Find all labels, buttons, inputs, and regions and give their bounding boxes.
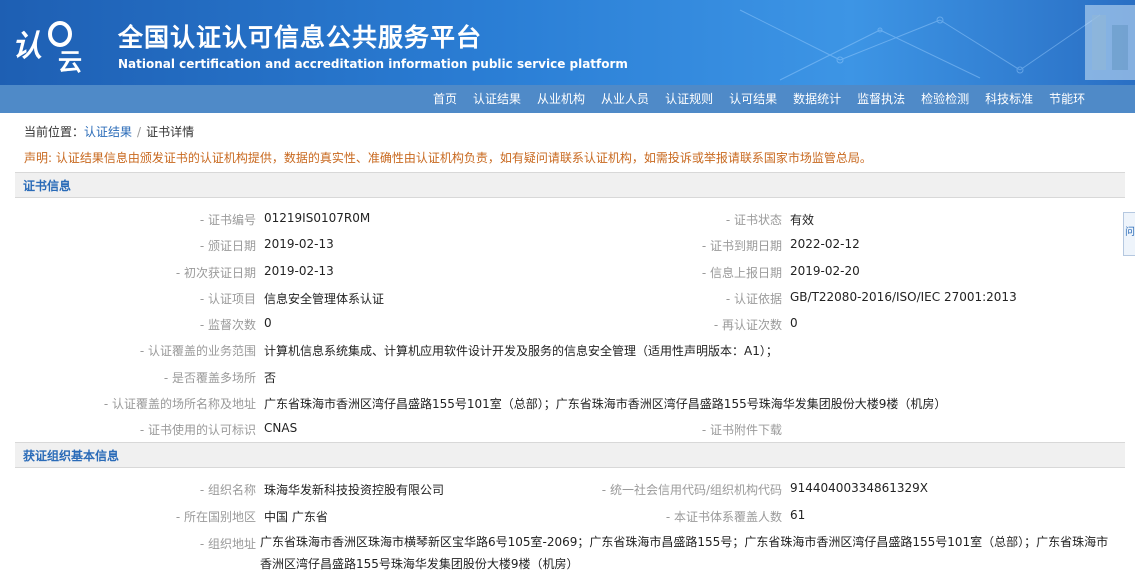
field-value: 中国 广东省 (264, 510, 328, 524)
floating-side-tab[interactable]: 问 (1123, 212, 1135, 256)
attachment-download-label[interactable]: - 证书附件下载 (500, 421, 782, 438)
nav-item-accreditation[interactable]: 认可结果 (721, 85, 785, 113)
breadcrumb-separator: / (137, 125, 142, 139)
info-row: - 监督次数 0 - 再认证次数 0 (0, 314, 1135, 334)
nav-item-energy[interactable]: 节能环 (1041, 85, 1093, 113)
field-value: 广东省珠海市香洲区湾仔昌盛路155号101室（总部）；广东省珠海市香洲区湾仔昌盛… (264, 397, 947, 411)
field-label: - 信息上报日期 (701, 266, 782, 280)
info-row: - 组织名称 珠海华发新科技投资控股有限公司 - 统一社会信用代码/组织机构代码… (0, 479, 1135, 499)
info-row: - 颁证日期 2019-02-13 - 证书到期日期 2022-02-12 (0, 235, 1135, 255)
field-label: - 证书状态 (725, 213, 782, 227)
field-value: 珠海华发新科技投资控股有限公司 (264, 483, 445, 497)
field-value: 否 (264, 371, 277, 385)
field-label: - 组织地址 (199, 537, 256, 551)
field-label: - 所在国别地区 (175, 510, 256, 524)
section-title: 证书信息 (23, 179, 72, 193)
info-row-sites: - 认证覆盖的场所名称及地址 广东省珠海市香洲区湾仔昌盛路155号101室（总部… (0, 393, 1135, 413)
nav-item-cert-results[interactable]: 认证结果 (465, 85, 529, 113)
field-label: - 认证项目 (199, 292, 256, 306)
field-value: GB/T22080-2016/ISO/IEC 27001:2013 (790, 290, 1017, 304)
info-row-org-address: - 组织地址 广东省珠海市香洲区珠海市横琴新区宝华路6号105室-2069；广东… (0, 533, 1135, 581)
field-label: - 颁证日期 (199, 239, 256, 253)
site-logo[interactable]: 认 云 (10, 14, 90, 76)
field-label: - 认证依据 (725, 292, 782, 306)
field-value: 2019-02-13 (264, 264, 334, 278)
field-value: 0 (264, 316, 272, 330)
network-decoration (739, 5, 1135, 81)
logo-icon: 认 云 (12, 21, 82, 76)
field-label: - 认证覆盖的场所名称及地址 (103, 397, 256, 411)
breadcrumb-link-cert-results[interactable]: 认证结果 (84, 125, 132, 139)
field-value: 0 (790, 316, 798, 330)
info-row: - 认证项目 信息安全管理体系认证 - 认证依据 GB/T22080-2016/… (0, 288, 1135, 308)
field-label: - 统一社会信用代码/组织机构代码 (601, 483, 782, 497)
field-label: - 组织名称 (199, 483, 256, 497)
svg-text:认: 认 (12, 29, 42, 64)
section-title: 获证组织基本信息 (23, 449, 120, 463)
info-row: - 初次获证日期 2019-02-13 - 信息上报日期 2019-02-20 (0, 262, 1135, 282)
field-label: - 本证书体系覆盖人数 (665, 510, 782, 524)
nav-item-inspection[interactable]: 检验检测 (913, 85, 977, 113)
field-value: 91440400334861329X (790, 481, 929, 495)
field-label: - 初次获证日期 (175, 266, 256, 280)
field-label: - 证书编号 (199, 213, 256, 227)
nav-item-personnel[interactable]: 从业人员 (593, 85, 657, 113)
field-value: 广东省珠海市香洲区珠海市横琴新区宝华路6号105室-2069；广东省珠海市昌盛路… (260, 535, 1109, 571)
section-header-org-info: 获证组织基本信息 (15, 442, 1125, 468)
info-row: - 所在国别地区 中国 广东省 - 本证书体系覆盖人数 61 (0, 506, 1135, 526)
nav-item-institutions[interactable]: 从业机构 (529, 85, 593, 113)
section-header-cert-info: 证书信息 (15, 172, 1125, 198)
field-label: - 再认证次数 (713, 318, 782, 332)
site-subtitle: National certification and accreditation… (118, 57, 628, 71)
site-header: 认 云 全国认证认可信息公共服务平台 National certificatio… (0, 0, 1135, 85)
field-value: CNAS (264, 421, 298, 435)
nav-item-statistics[interactable]: 数据统计 (785, 85, 849, 113)
field-label: - 证书使用的认可标识 (139, 423, 256, 437)
field-value: 61 (790, 508, 806, 522)
disclaimer-notice: 声明: 认证结果信息由颁发证书的认证机构提供，数据的真实性、准确性由认证机构负责… (24, 151, 872, 165)
field-value: 2022-02-12 (790, 237, 860, 251)
info-row-scope: - 认证覆盖的业务范围 计算机信息系统集成、计算机应用软件设计开发及服务的信息安… (0, 340, 1135, 360)
breadcrumb-current: 证书详情 (146, 125, 195, 139)
svg-text:云: 云 (58, 48, 82, 74)
nav-item-home[interactable]: 首页 (425, 85, 465, 113)
field-value: 2019-02-13 (264, 237, 334, 251)
nav-item-supervision[interactable]: 监督执法 (849, 85, 913, 113)
field-label: - 是否覆盖多场所 (163, 371, 256, 385)
info-row-multi-site: - 是否覆盖多场所 否 (0, 367, 1135, 387)
info-row: - 证书使用的认可标识 CNAS - 证书附件下载 (0, 419, 1135, 439)
field-value: 01219IS0107R0M (264, 211, 371, 225)
nav-item-standards[interactable]: 科技标准 (977, 85, 1041, 113)
field-label: - 认证覆盖的业务范围 (139, 344, 256, 358)
field-value: 计算机信息系统集成、计算机应用软件设计开发及服务的信息安全管理（适用性声明版本：… (264, 344, 778, 358)
main-nav: 首页 认证结果 从业机构 从业人员 认证规则 认可结果 数据统计 监督执法 检验… (0, 85, 1135, 113)
field-value: 有效 (790, 213, 815, 227)
breadcrumb: 当前位置：认证结果 / 证书详情 (24, 123, 194, 140)
field-label: - 监督次数 (199, 318, 256, 332)
info-row: - 证书编号 01219IS0107R0M - 证书状态 有效 (0, 209, 1135, 229)
field-label: - 证书到期日期 (701, 239, 782, 253)
side-tab-label: 问 (1125, 227, 1135, 238)
breadcrumb-prefix: 当前位置： (24, 125, 85, 139)
field-value: 2019-02-20 (790, 264, 860, 278)
field-value: 信息安全管理体系认证 (264, 292, 385, 306)
site-title: 全国认证认可信息公共服务平台 (118, 23, 483, 52)
nav-item-rules[interactable]: 认证规则 (657, 85, 721, 113)
